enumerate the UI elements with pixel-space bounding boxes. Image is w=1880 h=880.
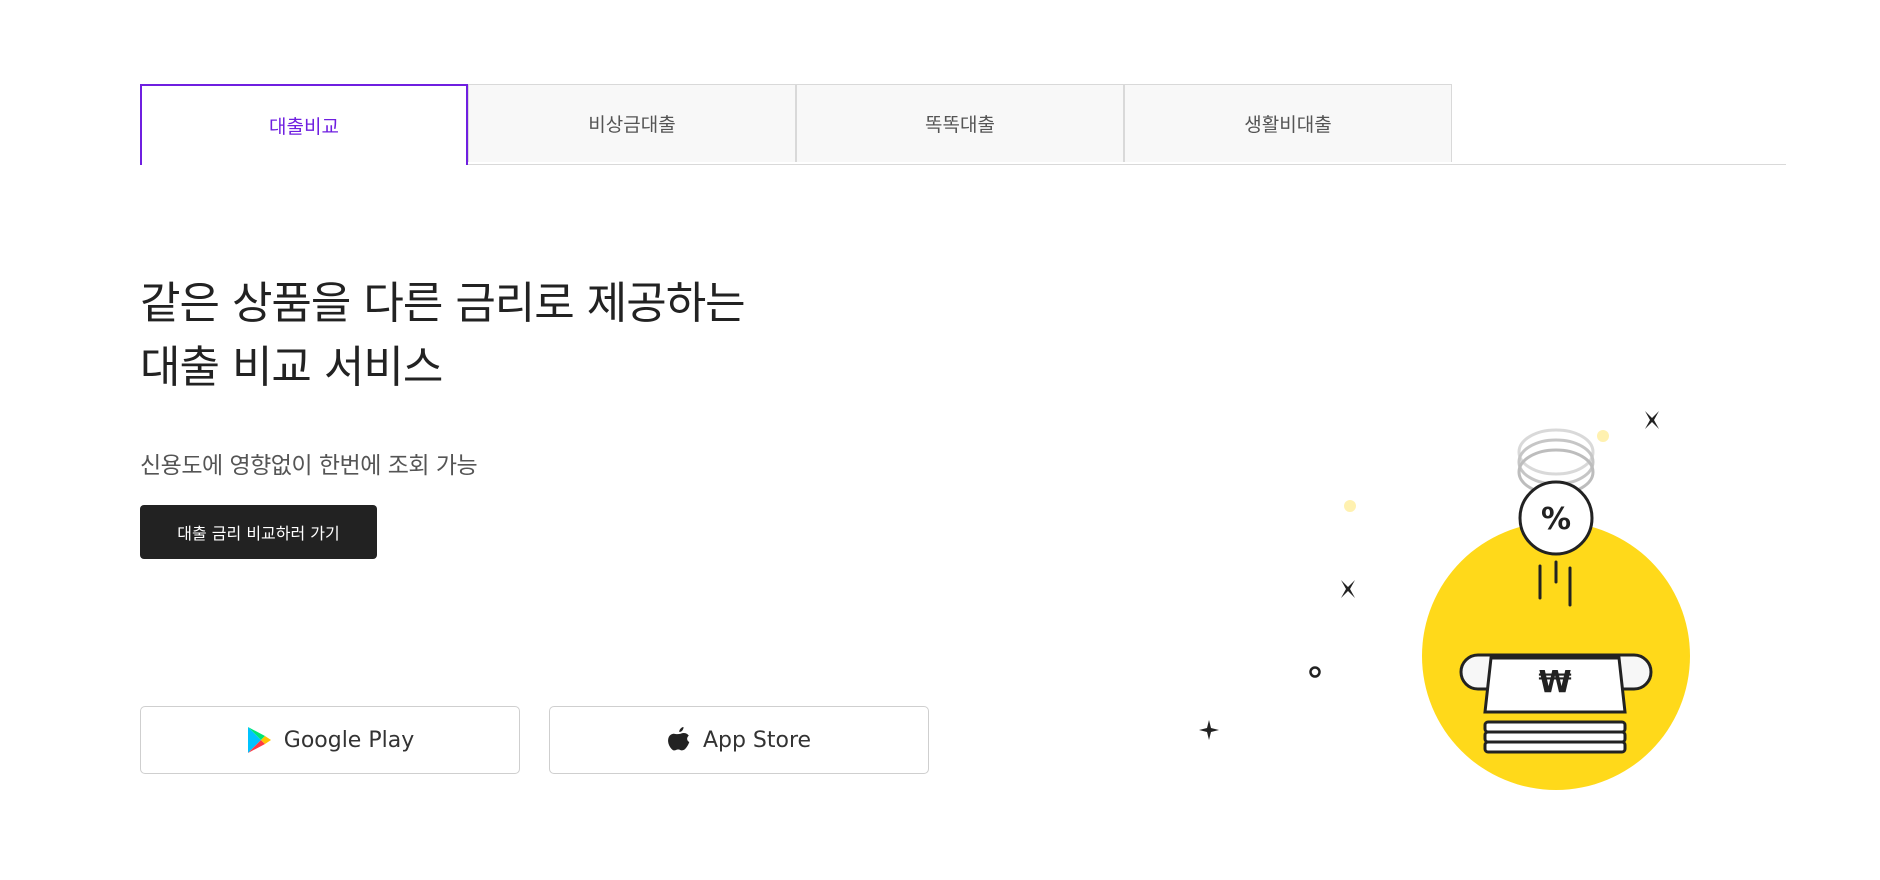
headline-line-2: 대출 비교 서비스 bbox=[140, 342, 443, 393]
tab-label: 대출비교 bbox=[269, 116, 339, 138]
small-ring-icon bbox=[1309, 666, 1321, 678]
sparkle-icon bbox=[1341, 580, 1355, 598]
yellow-dot-icon bbox=[1597, 430, 1609, 442]
sparkle-icon bbox=[1645, 411, 1659, 429]
google-play-label: Google Play bbox=[283, 727, 415, 753]
loan-tab-bar: 대출비교 비상금대출 똑똑대출 생활비대출 bbox=[140, 84, 1786, 165]
tab-smart-loan[interactable]: 똑똑대출 bbox=[796, 84, 1124, 162]
tab-loan-compare[interactable]: 대출비교 bbox=[140, 84, 468, 165]
percent-symbol: % bbox=[1541, 502, 1571, 537]
tab-label: 비상금대출 bbox=[588, 114, 676, 136]
headline-line-1: 같은 상품을 다른 금리로 제공하는 bbox=[140, 278, 746, 329]
tab-emergency-loan[interactable]: 비상금대출 bbox=[468, 84, 796, 162]
apple-icon bbox=[667, 726, 691, 754]
loan-rate-illustration: % ₩ bbox=[1199, 411, 1690, 790]
app-store-button[interactable]: App Store bbox=[549, 706, 929, 774]
google-play-button[interactable]: Google Play bbox=[140, 706, 520, 774]
compare-loan-rates-button[interactable]: 대출 금리 비교하러 가기 bbox=[140, 505, 377, 559]
tab-living-expense-loan[interactable]: 생활비대출 bbox=[1124, 84, 1452, 162]
won-symbol: ₩ bbox=[1538, 665, 1571, 700]
yellow-dot-icon bbox=[1344, 500, 1356, 512]
plus-sparkle-icon bbox=[1199, 720, 1219, 740]
tab-label: 생활비대출 bbox=[1244, 114, 1332, 136]
hero-subline: 신용도에 영향없이 한번에 조회 가능 bbox=[140, 453, 478, 479]
hero-headline: 같은 상품을 다른 금리로 제공하는 대출 비교 서비스 bbox=[140, 272, 746, 400]
google-play-icon bbox=[246, 726, 272, 754]
tab-label: 똑똑대출 bbox=[925, 114, 995, 136]
app-store-label: App Store bbox=[702, 727, 812, 753]
